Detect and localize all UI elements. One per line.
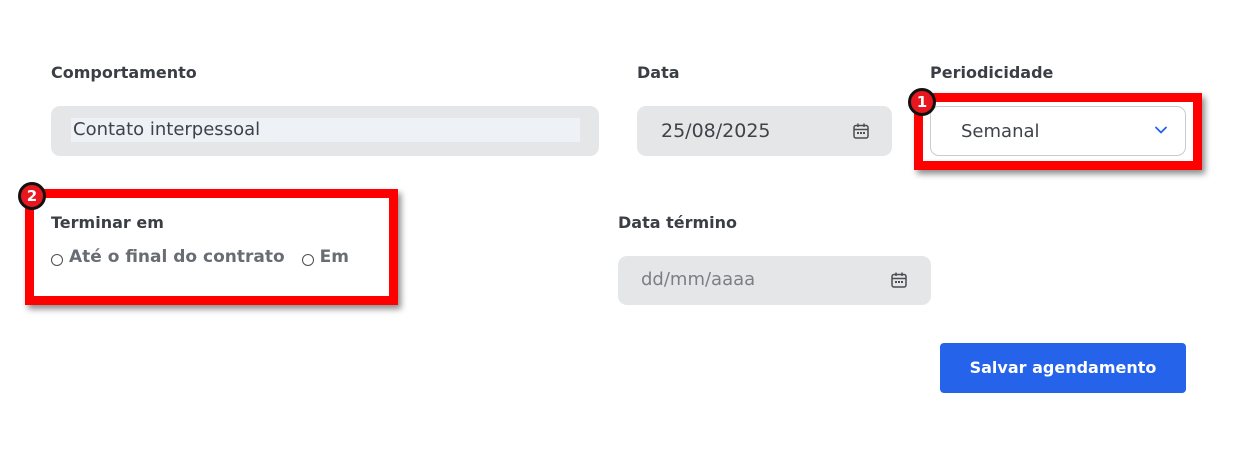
calendar-icon[interactable]: [852, 122, 870, 140]
data-field[interactable]: 25/08/2025: [637, 106, 892, 156]
data-termino-label: Data término: [618, 213, 738, 232]
save-schedule-button[interactable]: Salvar agendamento: [940, 343, 1186, 393]
calendar-icon[interactable]: [890, 271, 908, 289]
annotation-badge-1: 1: [908, 88, 936, 116]
annotation-badge-2: 2: [18, 182, 46, 210]
comportamento-field[interactable]: Contato interpessoal: [51, 106, 599, 156]
data-termino-field[interactable]: dd/mm/aaaa: [618, 256, 931, 305]
periodicidade-label: Periodicidade: [930, 63, 1054, 82]
data-label: Data: [637, 63, 680, 82]
data-value: 25/08/2025: [661, 120, 771, 142]
comportamento-label: Comportamento: [51, 63, 197, 82]
highlight-box-1: [914, 93, 1202, 170]
data-termino-placeholder: dd/mm/aaaa: [641, 269, 756, 290]
highlight-box-2: [25, 189, 398, 305]
form-page: Comportamento Contato interpessoal Data …: [0, 0, 1235, 463]
comportamento-value: Contato interpessoal: [71, 118, 580, 142]
